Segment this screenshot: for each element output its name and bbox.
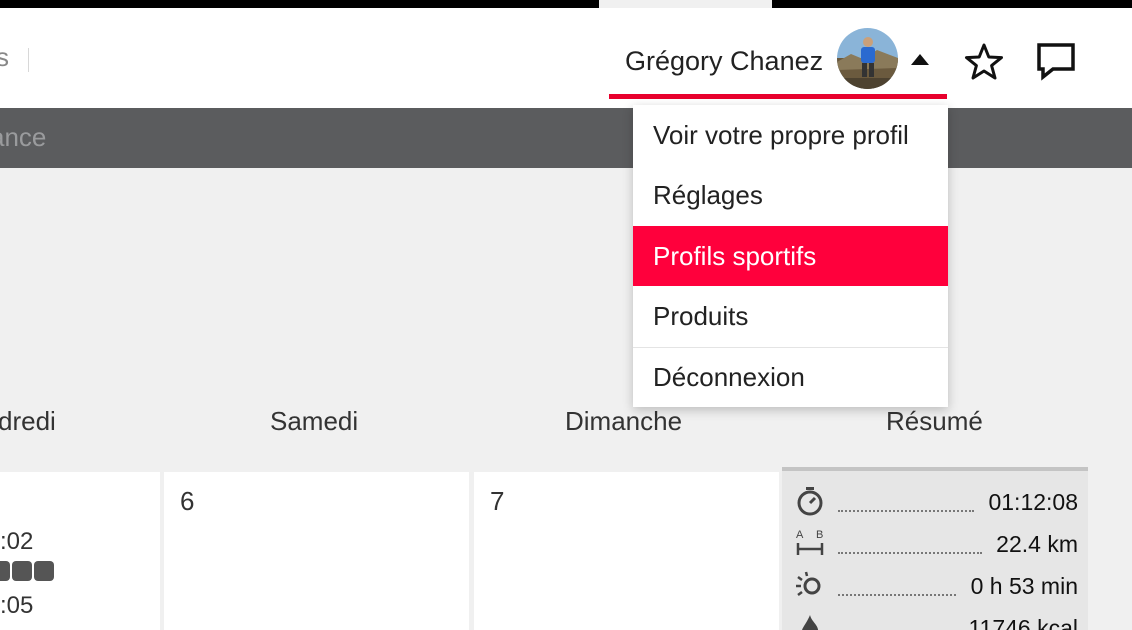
section-bar: ance (0, 108, 1132, 168)
workout-marker (0, 561, 10, 581)
header-divider (28, 48, 29, 72)
summary-distance-value: 22.4 km (996, 531, 1078, 557)
summary-row-calories: 11746 kcal (782, 607, 1088, 630)
section-bar-title[interactable]: ance (0, 122, 46, 153)
summary-row-active-time: 0 h 53 min (782, 565, 1088, 603)
calendar-day-saturday[interactable]: 6 (164, 472, 469, 630)
day-header-saturday: Samedi (270, 406, 359, 436)
summary-row-distance: A B 22.4 km (782, 523, 1088, 561)
day-header-summary: Résumé (886, 406, 983, 436)
dotted-leader (838, 510, 974, 512)
summary-calories-value: 11746 kcal (968, 615, 1078, 630)
menu-item-settings[interactable]: Réglages (633, 165, 948, 225)
distance-ab-icon: A B (796, 529, 823, 555)
svg-text:A: A (796, 529, 804, 541)
calendar-day-sunday[interactable]: 7 (474, 472, 779, 630)
user-menu-toggle[interactable]: Grégory Chanez (609, 8, 947, 108)
flame-icon (802, 615, 819, 630)
user-menu-active-underline (609, 94, 947, 99)
sun-timer-icon (796, 571, 821, 596)
workout-duration-fragment: :02 (0, 528, 34, 555)
user-name[interactable]: Grégory Chanez (625, 46, 823, 77)
top-header: s Grégory Chanez (0, 8, 1132, 108)
avatar[interactable] (837, 28, 898, 89)
menu-item-products[interactable]: Produits (633, 286, 948, 346)
day-header-sunday: Dimanche (565, 406, 683, 436)
top-border-right (772, 0, 1132, 8)
star-icon[interactable] (962, 40, 1006, 84)
workout-marker (12, 561, 32, 581)
user-dropdown-menu: Voir votre propre profil Réglages Profil… (633, 105, 948, 407)
day-number: 7 (490, 486, 505, 516)
header-nav-fragment[interactable]: s (0, 42, 9, 73)
summary-duration-value: 01:12:08 (988, 489, 1078, 515)
summary-active-time-value: 0 h 53 min (970, 573, 1078, 599)
menu-item-sport-profiles[interactable]: Profils sportifs (633, 226, 948, 286)
summary-row-duration: 01:12:08 (782, 481, 1088, 519)
menu-item-logout[interactable]: Déconnexion (633, 347, 948, 407)
workout-time-fragment: :05 (0, 592, 34, 619)
top-border-left (0, 0, 599, 8)
chat-bubble-icon[interactable] (1034, 40, 1078, 84)
stopwatch-icon (797, 487, 823, 516)
weekly-summary: 01:12:08 A B 22.4 km 0 h 53 min 11746 kc… (782, 467, 1088, 630)
workout-marker (34, 561, 54, 581)
menu-item-view-profile[interactable]: Voir votre propre profil (633, 105, 948, 165)
day-header-friday: dredi (0, 406, 56, 436)
day-number: 6 (180, 486, 195, 516)
svg-text:B: B (816, 529, 823, 541)
dotted-leader (838, 594, 956, 596)
caret-up-icon[interactable] (911, 54, 929, 65)
dotted-leader (838, 552, 982, 554)
